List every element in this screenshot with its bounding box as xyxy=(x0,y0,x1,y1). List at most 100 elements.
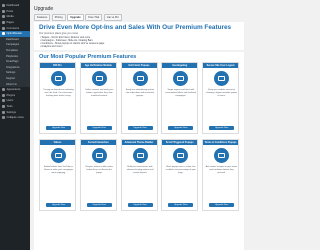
upgrade-hero: Drive Even More Opt-Ins and Sales With O… xyxy=(34,22,244,50)
feature-card: Scroll Triggered Popups Show popups once … xyxy=(161,139,199,211)
feature-glyph xyxy=(136,153,144,158)
sidebar-item-label: Pages xyxy=(6,21,14,25)
popular-features: Our Most Popular Premium Features ROI Pr… xyxy=(34,52,244,250)
feature-card: ROI Pro Turning on data-driven marketing … xyxy=(39,62,76,134)
tab-pricing[interactable]: Pricing xyxy=(51,14,66,21)
feature-icon xyxy=(91,71,107,86)
tab-lite-vs-pro[interactable]: Lite vs Pro xyxy=(103,14,122,21)
sidebar-item-label: Dashboard xyxy=(6,37,19,41)
sidebar-item-label: Collapse menu xyxy=(6,116,24,120)
sidebar-item-label: Dashboard xyxy=(6,4,20,8)
feature-card: Videos Embed videos from YouTube or Vimeo… xyxy=(39,139,76,211)
upgrade-button[interactable]: Upgrade Now xyxy=(209,125,234,130)
upgrade-button[interactable]: Upgrade Now xyxy=(86,125,112,130)
menu-icon xyxy=(2,93,5,97)
feature-card: Exit Intent Popups Easily turn abandoning… xyxy=(120,62,158,134)
feature-card-title: Secure Site User Logout xyxy=(203,63,238,68)
feature-icon xyxy=(132,71,148,86)
feature-icon xyxy=(51,71,66,86)
sidebar-item-label: OptinMonster xyxy=(6,32,23,36)
feature-card: Age Verification Module Collect consent a… xyxy=(79,62,117,134)
upgrade-button[interactable]: Upgrade Now xyxy=(209,202,234,207)
hero-title: Drive Even More Opt-Ins and Sales With O… xyxy=(39,24,232,31)
upgrade-button[interactable]: Upgrade Now xyxy=(127,202,153,207)
feature-card-description: Embed videos from YouTube or Vimeo to ma… xyxy=(43,166,74,174)
sidebar-item-label: Integrations xyxy=(6,65,20,69)
feature-icon xyxy=(214,71,229,86)
tab-upgrade[interactable]: Upgrade xyxy=(67,14,84,21)
sidebar-item-label: Settings xyxy=(6,71,16,75)
upgrade-button[interactable]: Upgrade Now xyxy=(86,202,112,207)
feature-glyph xyxy=(136,76,144,81)
upgrade-button[interactable]: Upgrade Now xyxy=(127,125,153,130)
sidebar-item-label: Templates xyxy=(6,49,18,53)
feature-icon xyxy=(173,148,189,163)
menu-icon xyxy=(2,116,5,120)
feature-list: Targets - Scroll, Exit Intent, Referrer … xyxy=(40,36,104,49)
sidebar-item-label: Playbooks xyxy=(6,54,18,58)
menu-icon xyxy=(2,26,5,30)
tab-free-trial[interactable]: Free Trial xyxy=(85,14,103,21)
sidebar-item-label: Plugins xyxy=(6,93,16,97)
sidebar-item-label: Support xyxy=(6,77,16,81)
menu-icon xyxy=(2,21,5,25)
upgrade-button[interactable]: Upgrade Now xyxy=(46,125,71,130)
feature-card-description: Keep your website secure by showing a lo… xyxy=(206,89,237,97)
upgrade-button[interactable]: Upgrade Now xyxy=(168,202,194,207)
sidebar-item-label: About Us xyxy=(6,82,17,86)
sidebar-item-label: Tools xyxy=(6,104,13,108)
feature-card-title: ROI Pro xyxy=(40,63,75,68)
feature-card-title: Forced Interaction xyxy=(80,140,116,145)
feature-icon xyxy=(173,71,189,86)
feature-grid: ROI Pro Turning on data-driven marketing … xyxy=(39,62,239,211)
feature-card: Advanced Theme Builder Build your own the… xyxy=(120,139,158,211)
feature-card-title: Geotargeting xyxy=(162,63,198,68)
feature-card-title: Age Verification Module xyxy=(80,63,116,68)
feature-icon xyxy=(51,148,66,163)
feature-card-title: Advanced Theme Builder xyxy=(121,140,157,145)
feature-glyph xyxy=(177,76,185,81)
feature-card-description: Show popups once a visitor has scrolled … xyxy=(165,166,196,174)
feature-icon xyxy=(214,148,229,163)
sidebar-item-label: Campaigns xyxy=(6,43,20,47)
sidebar-item-label: Comments xyxy=(6,26,20,30)
sidebar-item-label: Appearance xyxy=(6,88,21,92)
feature-glyph xyxy=(95,153,103,158)
feature-card-title: Scroll Triggered Popups xyxy=(162,140,198,145)
menu-icon xyxy=(2,9,5,13)
menu-icon xyxy=(2,4,5,8)
feature-glyph xyxy=(177,153,185,158)
menu-icon xyxy=(2,104,5,108)
feature-card-title: Exit Intent Popups xyxy=(121,63,157,68)
page-title: Upgrade xyxy=(34,6,54,12)
section-title: Our Most Popular Premium Features xyxy=(39,54,137,60)
feature-glyph xyxy=(55,76,62,81)
feature-card: Forced Interaction Require visitors to ta… xyxy=(79,139,117,211)
feature-card-description: Collect consent and verify your visitors… xyxy=(85,89,114,97)
sidebar-item-label: Users xyxy=(6,99,14,103)
sidebar-item-label: Settings xyxy=(6,110,16,114)
feature-glyph xyxy=(95,76,103,81)
feature-list-item: Analytics and more! xyxy=(40,45,104,48)
feature-icon xyxy=(91,148,107,163)
tab-features[interactable]: Features xyxy=(34,14,51,21)
sidebar-item-label: SmartTags xyxy=(6,60,19,64)
feature-glyph xyxy=(218,153,225,158)
menu-icon xyxy=(2,15,5,19)
feature-card: Secure Site User Logout Keep your website… xyxy=(202,62,239,134)
feature-card: Geotargeting Target regions and cities wi… xyxy=(161,62,199,134)
main-content: Upgrade Features Pricing Upgrade Free Tr… xyxy=(30,0,250,250)
sidebar-item[interactable]: Collapse menu xyxy=(0,115,30,121)
feature-card-description: Easily turn abandoning visitors into sub… xyxy=(125,89,155,97)
upgrade-button[interactable]: Upgrade Now xyxy=(168,125,194,130)
feature-card-title: Terms & Conditions Popups xyxy=(203,140,238,145)
feature-card-title: Videos xyxy=(40,140,75,145)
sidebar-item-label: Media xyxy=(6,15,14,19)
feature-card-description: Turning on data-driven marketing won't b… xyxy=(43,89,74,97)
feature-card-description: Build your own themes with advanced styl… xyxy=(126,166,154,174)
menu-icon xyxy=(2,99,5,103)
admin-sidebar: Dashboard Posts Media Pages Comments OptinMon… xyxy=(0,0,30,250)
menu-icon xyxy=(2,110,5,114)
upgrade-button[interactable]: Upgrade Now xyxy=(46,202,71,207)
menu-icon xyxy=(2,32,5,36)
